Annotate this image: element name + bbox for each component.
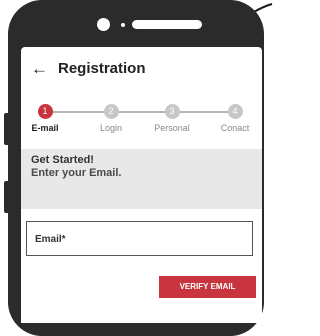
instruction-subtitle: Enter your Email. — [31, 167, 122, 179]
instruction-title: Get Started! — [31, 154, 94, 166]
app-header: ← Registration — [21, 58, 262, 80]
app-screen: ← Registration 1 E-mail 2 Login 3 Person… — [21, 47, 262, 323]
arrow-left-icon[interactable]: ← — [31, 60, 48, 78]
verify-email-button[interactable]: VERIFY EMAIL — [159, 276, 256, 298]
step-label: Conact — [220, 123, 250, 133]
camera-icon — [97, 18, 110, 31]
instruction-panel: Get Started! Enter your Email. — [21, 149, 262, 209]
step-label: Login — [99, 123, 123, 133]
step-login[interactable]: 2 Login — [81, 102, 141, 133]
speaker-grille — [132, 20, 202, 29]
step-number: 1 — [37, 104, 53, 119]
registration-stepper: 1 E-mail 2 Login 3 Personal 4 Conact — [21, 102, 262, 138]
step-label: E-mail — [31, 123, 59, 133]
step-contact[interactable]: 4 Conact — [205, 102, 262, 133]
sensor-dot — [121, 23, 125, 27]
email-field-label: Email* — [35, 234, 66, 245]
step-label: Personal — [154, 123, 190, 133]
step-number: 2 — [103, 104, 119, 119]
step-number: 3 — [164, 104, 180, 119]
email-field[interactable]: Email* — [26, 221, 253, 256]
page-title: Registration — [58, 60, 146, 77]
step-number: 4 — [227, 104, 243, 119]
step-email[interactable]: 1 E-mail — [21, 102, 75, 133]
step-personal[interactable]: 3 Personal — [142, 102, 202, 133]
